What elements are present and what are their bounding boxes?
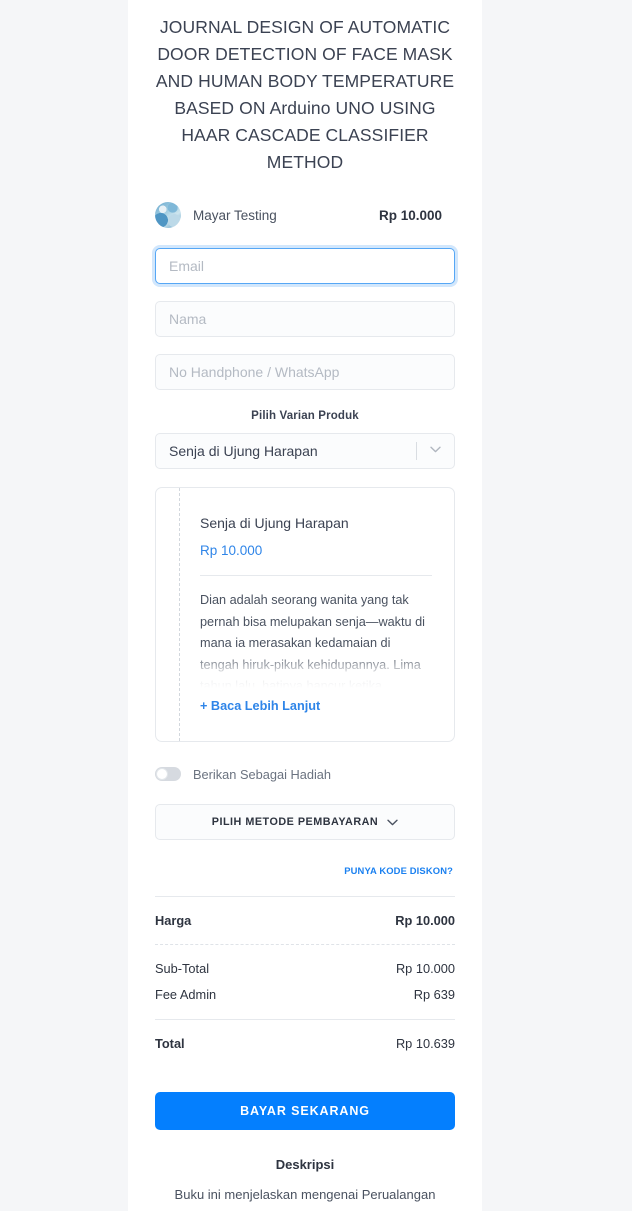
variant-card-price: Rp 10.000: [200, 543, 263, 558]
email-field-wrap: [155, 248, 455, 284]
gift-toggle[interactable]: [155, 767, 181, 781]
subtotal-label: Sub-Total: [155, 961, 210, 976]
variant-section-label: Pilih Varian Produk: [251, 410, 359, 422]
payment-method-button[interactable]: PILIH METODE PEMBAYARAN: [155, 804, 455, 840]
payment-method-label: PILIH METODE PEMBAYARAN: [211, 816, 379, 828]
variant-description: Dian adalah seorang wanita yang tak pern…: [200, 593, 425, 688]
variant-description-wrap: Dian adalah seorang wanita yang tak pern…: [200, 590, 432, 688]
discount-row: PUNYA KODE DISKON?: [155, 861, 455, 879]
chevron-down-icon: [387, 819, 398, 826]
summary-divider-top: [155, 896, 455, 897]
seller-name: Mayar Testing: [193, 207, 277, 223]
product-price: Rp 10.000: [378, 207, 442, 223]
discount-code-link[interactable]: PUNYA KODE DISKON?: [344, 865, 453, 876]
select-separator: [416, 442, 417, 460]
description-heading: Deskripsi: [275, 1157, 335, 1172]
phone-input[interactable]: [155, 354, 455, 390]
checkout-card: JOURNAL DESIGN OF AUTOMATIC DOOR DETECTI…: [128, 0, 482, 1211]
harga-label: Harga: [155, 913, 192, 928]
email-input[interactable]: [155, 248, 455, 284]
variant-select-value: Senja di Ujung Harapan: [169, 443, 318, 459]
summary-divider-bottom: [155, 1019, 455, 1020]
checkout-page: JOURNAL DESIGN OF AUTOMATIC DOOR DETECTI…: [0, 0, 632, 1211]
variant-card-rule: [200, 575, 432, 576]
variant-card-title: Senja di Ujung Harapan: [200, 515, 349, 531]
avatar: [155, 202, 181, 228]
read-more-link[interactable]: + Baca Lebih Lanjut: [200, 699, 320, 713]
pay-now-button[interactable]: BAYAR SEKARANG: [155, 1092, 455, 1130]
subtotal-value: Rp 10.000: [395, 961, 455, 976]
summary-row-fee: Fee Admin Rp 639: [155, 987, 455, 1002]
fee-admin-value: Rp 639: [413, 987, 455, 1002]
summary-row-harga: Harga Rp 10.000: [155, 913, 455, 928]
variant-card-content: Senja di Ujung Harapan Rp 10.000 Dian ad…: [156, 488, 454, 715]
variant-card[interactable]: Senja di Ujung Harapan Rp 10.000 Dian ad…: [155, 487, 455, 742]
phone-field-wrap: [155, 354, 455, 390]
seller-row: Mayar Testing Rp 10.000: [155, 199, 455, 231]
gift-label: Berikan Sebagai Hadiah: [193, 766, 332, 782]
description-body: Buku ini menjelaskan mengenai Perualanga…: [174, 1187, 436, 1202]
summary-row-subtotal: Sub-Total Rp 10.000: [155, 961, 455, 976]
variant-select-wrap: Senja di Ujung Harapan: [155, 433, 455, 469]
harga-value: Rp 10.000: [395, 913, 455, 928]
gift-row: Berikan Sebagai Hadiah: [155, 763, 455, 785]
total-label: Total: [155, 1036, 185, 1051]
nama-input[interactable]: [155, 301, 455, 337]
gift-toggle-knob: [156, 768, 168, 780]
variant-select[interactable]: Senja di Ujung Harapan: [155, 433, 455, 469]
nama-field-wrap: [155, 301, 455, 337]
variant-card-divider: [179, 488, 180, 741]
page-title: JOURNAL DESIGN OF AUTOMATIC DOOR DETECTI…: [155, 17, 455, 172]
summary-divider-dashed: [155, 944, 455, 945]
fee-admin-label: Fee Admin: [155, 987, 217, 1002]
summary-row-total: Total Rp 10.639: [155, 1036, 455, 1051]
total-value: Rp 10.639: [395, 1036, 455, 1051]
chevron-down-icon: [430, 446, 441, 453]
